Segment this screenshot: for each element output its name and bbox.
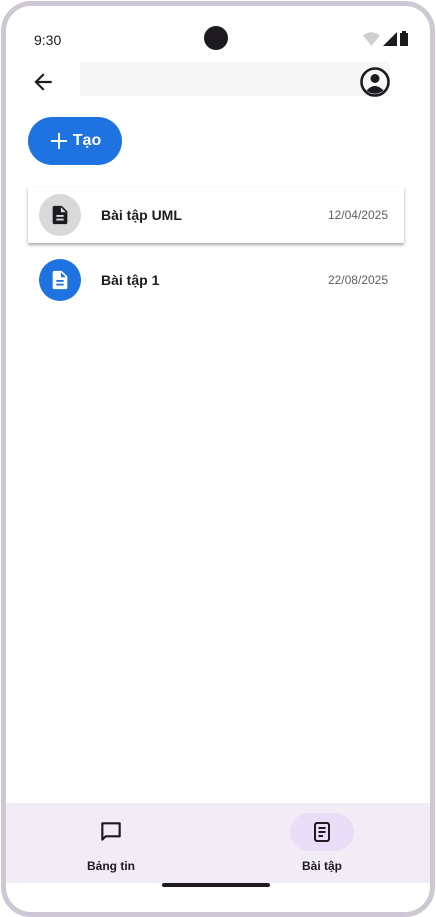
back-arrow-icon[interactable] [30, 69, 56, 95]
create-button-label: Tạo [72, 132, 102, 149]
nav-label: Bảng tin [87, 859, 135, 873]
assignment-item[interactable]: Bài tập 1 22/08/2025 [28, 252, 404, 308]
assignment-date: 12/04/2025 [327, 208, 388, 222]
wifi-icon [363, 31, 380, 46]
nav-pill-active [290, 813, 354, 851]
nav-pill [79, 813, 143, 851]
top-app-bar [80, 62, 390, 96]
nav-item-assignments[interactable]: Bài tập [262, 803, 382, 883]
plus-icon [50, 133, 67, 149]
assignment-date: 22/08/2025 [327, 273, 388, 287]
assignment-title: Bài tập UML [101, 207, 182, 223]
signal-icon [383, 31, 397, 46]
status-icons [363, 31, 408, 46]
assignment-title: Bài tập 1 [101, 272, 160, 288]
bottom-navigation: Bảng tin Bài tập [6, 803, 430, 883]
assignment-avatar [39, 259, 81, 301]
nav-item-newsfeed[interactable]: Bảng tin [51, 803, 171, 883]
nav-label: Bài tập [301, 859, 342, 873]
assignment-item[interactable]: Bài tập UML 12/04/2025 [28, 187, 404, 243]
status-time: 9:30 [34, 32, 62, 48]
battery-icon [400, 31, 408, 46]
phone-frame: 9:30 Tạo Bài tập UML 12/04/2025 Bài tập … [1, 1, 435, 917]
gesture-home-bar [162, 883, 270, 887]
document-icon [52, 205, 68, 225]
assignment-icon [314, 822, 330, 842]
camera-cutout [204, 26, 228, 50]
chat-bubble-icon [101, 822, 121, 841]
account-circle-icon[interactable] [359, 66, 391, 98]
document-icon [52, 270, 68, 290]
create-button[interactable]: Tạo [28, 117, 122, 165]
assignment-avatar [39, 194, 81, 236]
